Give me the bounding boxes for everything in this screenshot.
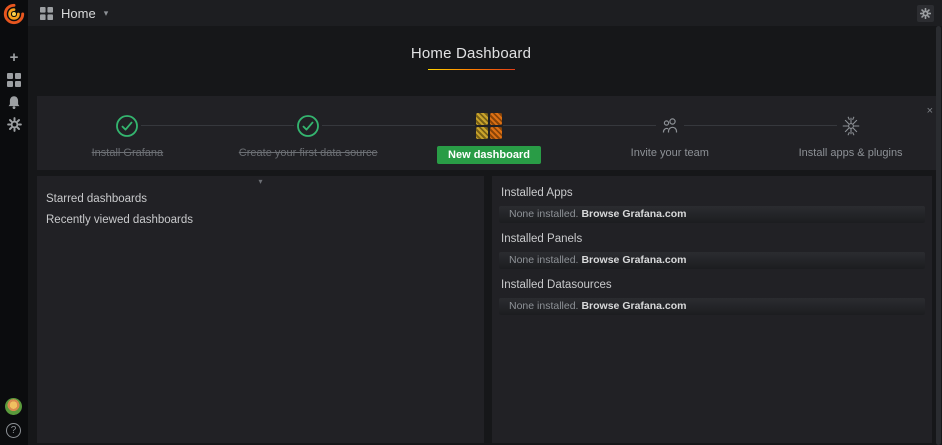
empty-text: None installed.: [509, 208, 578, 220]
dashboards-list-panel: ▾ Starred dashboards Recently viewed das…: [37, 176, 484, 443]
installed-datasources-heading: Installed Datasources: [501, 279, 923, 291]
side-menu: + ?: [0, 0, 28, 445]
grafana-logo-icon[interactable]: [3, 3, 25, 25]
page-title: Home Dashboard: [0, 45, 942, 70]
title-underline: [428, 69, 515, 70]
user-avatar[interactable]: [5, 398, 22, 415]
step-label: Install apps & plugins: [799, 147, 903, 159]
plugin-list-panel: Installed Apps None installed.Browse Gra…: [492, 176, 932, 443]
vertical-scrollbar[interactable]: [935, 26, 942, 445]
step-install-grafana[interactable]: Install Grafana: [37, 96, 218, 170]
top-navbar: Home ▾: [28, 0, 942, 26]
dashboard-picker[interactable]: Home ▾: [28, 6, 108, 21]
step-label: Create your first data source: [239, 147, 378, 159]
new-dashboard-button[interactable]: New dashboard: [437, 146, 541, 164]
browse-grafana-link[interactable]: Browse Grafana.com: [581, 300, 686, 312]
step-create-datasource[interactable]: Create your first data source: [218, 96, 399, 170]
dashboard-squares-icon: [475, 112, 503, 140]
starred-dashboards-heading[interactable]: Starred dashboards: [46, 191, 475, 207]
grafana-home-screen: + ?: [0, 0, 942, 445]
installed-apps-heading: Installed Apps: [501, 187, 923, 199]
page-title-text: Home Dashboard: [411, 45, 531, 62]
step-label: Install Grafana: [92, 147, 164, 159]
scrollbar-thumb[interactable]: [936, 26, 941, 445]
check-circle-icon: [294, 112, 322, 140]
alerting-bell-icon[interactable]: [0, 93, 28, 111]
help-icon[interactable]: ?: [6, 423, 21, 438]
empty-text: None installed.: [509, 254, 578, 266]
browse-grafana-link[interactable]: Browse Grafana.com: [581, 208, 686, 220]
dashboards-grid-icon[interactable]: [0, 71, 28, 89]
getting-started-panel: × Install Grafana Create y: [37, 96, 941, 170]
plugins-spark-icon: [837, 112, 865, 140]
step-label: Invite your team: [631, 147, 709, 159]
configuration-gear-icon[interactable]: [0, 115, 28, 133]
empty-text: None installed.: [509, 300, 578, 312]
dashboard-grid-icon: [40, 7, 53, 20]
create-plus-icon[interactable]: +: [0, 48, 28, 66]
step-install-plugins[interactable]: Install apps & plugins: [760, 96, 941, 170]
dashboard-settings-button[interactable]: [917, 5, 934, 22]
installed-panels-heading: Installed Panels: [501, 233, 923, 245]
step-new-dashboard: New dashboard: [399, 96, 580, 170]
panel-menu-caret-icon[interactable]: ▾: [37, 176, 484, 188]
team-people-icon: [656, 112, 684, 140]
breadcrumb: Home: [61, 6, 96, 21]
installed-datasources-row[interactable]: None installed.Browse Grafana.com: [499, 298, 925, 315]
step-invite-team[interactable]: Invite your team: [579, 96, 760, 170]
installed-panels-row[interactable]: None installed.Browse Grafana.com: [499, 252, 925, 269]
browse-grafana-link[interactable]: Browse Grafana.com: [581, 254, 686, 266]
chevron-down-icon: ▾: [104, 8, 109, 19]
check-circle-icon: [113, 112, 141, 140]
installed-apps-row[interactable]: None installed.Browse Grafana.com: [499, 206, 925, 223]
recently-viewed-dashboards-heading[interactable]: Recently viewed dashboards: [46, 212, 475, 228]
